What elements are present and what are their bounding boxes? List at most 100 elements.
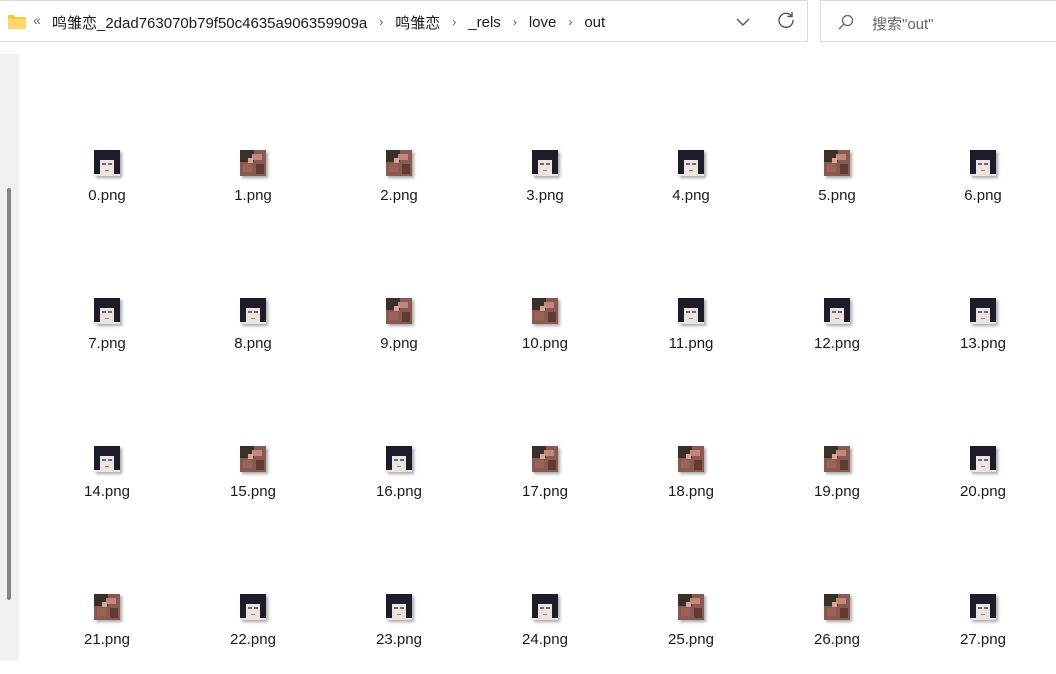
address-bar[interactable]: « 鸣雏恋_2dad763070b79f50c4635a906359909a ›…	[0, 0, 808, 42]
image-thumbnail	[94, 594, 120, 620]
image-thumbnail	[970, 594, 996, 620]
search-input[interactable]: 搜索"out"	[820, 0, 1056, 42]
explorer-toolbar: « 鸣雏恋_2dad763070b79f50c4635a906359909a ›…	[0, 0, 1056, 42]
image-thumbnail	[240, 446, 266, 472]
breadcrumb-item-out[interactable]: out	[584, 14, 605, 31]
folder-icon	[8, 15, 26, 29]
file-item[interactable]: 21.png	[47, 594, 167, 674]
refresh-icon[interactable]	[777, 11, 795, 29]
file-name: 24.png	[522, 631, 568, 648]
file-name: 13.png	[960, 335, 1006, 352]
file-item[interactable]: 0.png	[47, 150, 167, 230]
image-thumbnail	[386, 594, 412, 620]
file-name: 5.png	[818, 187, 856, 204]
file-name: 10.png	[522, 335, 568, 352]
file-name: 21.png	[84, 631, 130, 648]
file-name: 1.png	[234, 187, 272, 204]
breadcrumb-item-love[interactable]: love	[529, 14, 557, 31]
chevron-right-icon[interactable]: ›	[367, 15, 395, 29]
file-item[interactable]: 27.png	[923, 594, 1043, 674]
image-thumbnail	[94, 150, 120, 176]
search-placeholder: 搜索"out"	[872, 16, 934, 33]
image-thumbnail	[532, 298, 558, 324]
file-name: 19.png	[814, 483, 860, 500]
file-item[interactable]: 10.png	[485, 298, 605, 378]
file-item[interactable]: 22.png	[193, 594, 313, 674]
file-name: 3.png	[526, 187, 564, 204]
file-item[interactable]: 11.png	[631, 298, 751, 378]
image-thumbnail	[824, 446, 850, 472]
breadcrumb: 鸣雏恋_2dad763070b79f50c4635a906359909a › 鸣…	[52, 1, 605, 43]
image-thumbnail	[240, 594, 266, 620]
chevron-right-icon[interactable]: ›	[556, 15, 584, 29]
image-thumbnail	[240, 298, 266, 324]
file-item[interactable]: 17.png	[485, 446, 605, 526]
file-item[interactable]: 25.png	[631, 594, 751, 674]
chevron-right-icon[interactable]: ›	[501, 15, 529, 29]
file-item[interactable]: 4.png	[631, 150, 751, 230]
file-item[interactable]: 9.png	[339, 298, 459, 378]
image-thumbnail	[970, 446, 996, 472]
image-thumbnail	[532, 594, 558, 620]
file-name: 22.png	[230, 631, 276, 648]
file-name: 7.png	[88, 335, 126, 352]
image-thumbnail	[240, 150, 266, 176]
chevron-down-icon[interactable]	[735, 14, 751, 30]
file-name: 16.png	[376, 483, 422, 500]
image-thumbnail	[386, 298, 412, 324]
file-item[interactable]: 23.png	[339, 594, 459, 674]
file-name: 9.png	[380, 335, 418, 352]
file-item[interactable]: 2.png	[339, 150, 459, 230]
breadcrumb-item-root[interactable]: 鸣雏恋_2dad763070b79f50c4635a906359909a	[52, 12, 367, 33]
file-name: 23.png	[376, 631, 422, 648]
file-name: 8.png	[234, 335, 272, 352]
file-name: 17.png	[522, 483, 568, 500]
file-item[interactable]: 16.png	[339, 446, 459, 526]
file-name: 12.png	[814, 335, 860, 352]
file-item[interactable]: 12.png	[777, 298, 897, 378]
file-item[interactable]: 8.png	[193, 298, 313, 378]
file-item[interactable]: 14.png	[47, 446, 167, 526]
file-item[interactable]: 5.png	[777, 150, 897, 230]
file-item[interactable]: 26.png	[777, 594, 897, 674]
image-thumbnail	[532, 150, 558, 176]
file-name: 11.png	[668, 335, 714, 352]
file-name: 2.png	[380, 187, 418, 204]
breadcrumb-item-folder[interactable]: 鸣雏恋	[395, 12, 440, 33]
file-name: 26.png	[814, 631, 860, 648]
image-thumbnail	[386, 446, 412, 472]
image-thumbnail	[94, 446, 120, 472]
scrollbar-thumb[interactable]	[7, 188, 11, 600]
file-item[interactable]: 15.png	[193, 446, 313, 526]
image-thumbnail	[678, 150, 704, 176]
breadcrumb-item-rels[interactable]: _rels	[468, 14, 501, 31]
file-item[interactable]: 1.png	[193, 150, 313, 230]
file-item[interactable]: 3.png	[485, 150, 605, 230]
file-item[interactable]: 13.png	[923, 298, 1043, 378]
image-thumbnail	[824, 594, 850, 620]
image-thumbnail	[678, 594, 704, 620]
file-name: 20.png	[960, 483, 1006, 500]
file-item[interactable]: 6.png	[923, 150, 1043, 230]
image-thumbnail	[386, 150, 412, 176]
file-item[interactable]: 24.png	[485, 594, 605, 674]
file-name: 18.png	[668, 483, 714, 500]
file-name: 14.png	[84, 483, 130, 500]
file-item[interactable]: 20.png	[923, 446, 1043, 526]
image-thumbnail	[678, 446, 704, 472]
file-name: 27.png	[960, 631, 1006, 648]
image-thumbnail	[824, 298, 850, 324]
file-item[interactable]: 7.png	[47, 298, 167, 378]
file-name: 25.png	[668, 631, 714, 648]
file-name: 15.png	[230, 483, 276, 500]
chevron-right-icon[interactable]: ›	[440, 15, 468, 29]
file-item[interactable]: 19.png	[777, 446, 897, 526]
file-name: 6.png	[964, 187, 1002, 204]
file-name: 4.png	[672, 187, 710, 204]
image-thumbnail	[970, 150, 996, 176]
image-thumbnail	[824, 150, 850, 176]
file-name: 0.png	[88, 187, 126, 204]
image-thumbnail	[678, 298, 704, 324]
file-item[interactable]: 18.png	[631, 446, 751, 526]
double-chevron-left-icon[interactable]: «	[33, 12, 41, 28]
